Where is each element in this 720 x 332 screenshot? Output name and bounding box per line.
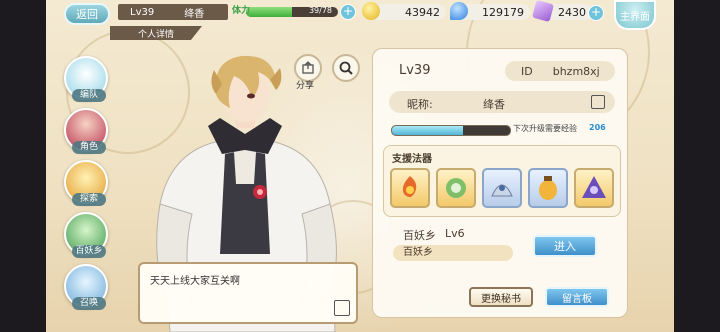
- nickname-row: 昵称: 绛香: [389, 91, 615, 113]
- silver-artifact-icon[interactable]: [482, 168, 522, 208]
- back-button[interactable]: 返回: [64, 3, 110, 25]
- change-secretary-label: 更换秘书: [481, 293, 521, 305]
- change-secretary-button[interactable]: 更换秘书: [469, 287, 533, 307]
- enter-label: 进入: [554, 240, 576, 253]
- ticket-counter: 2430: [531, 0, 592, 23]
- panel-level: Lv39: [399, 63, 431, 78]
- sidebar-item-character[interactable]: 角色: [64, 108, 108, 154]
- gem-counter: 129179: [450, 2, 530, 20]
- share-label: 分享: [296, 81, 315, 91]
- lantern-artifact-icon[interactable]: [528, 168, 568, 208]
- fire-artifact-icon[interactable]: [390, 168, 430, 208]
- coin-icon: [362, 2, 380, 20]
- main-menu-button[interactable]: 主界面: [614, 0, 656, 30]
- support-artifacts: 支援法器: [383, 145, 621, 217]
- player-level: Lv39: [130, 6, 155, 18]
- id-value: bhzm8xj: [552, 64, 600, 78]
- sidebar-item-label: 召唤: [72, 297, 106, 310]
- coin-value: 43942: [405, 5, 440, 19]
- exp-fill: [392, 126, 463, 135]
- support-title: 支援法器: [392, 154, 432, 165]
- nickname-label: 昵称:: [407, 98, 433, 111]
- ticket-plus-button[interactable]: +: [588, 5, 604, 21]
- stamina-icon: 体力: [232, 6, 251, 16]
- id-box: ID bhzm8xj: [505, 61, 615, 81]
- search-icon: [339, 61, 353, 75]
- profile-panel: Lv39 ID bhzm8xj 昵称: 绛香 下次升级需要经验 206 支援法器…: [372, 48, 628, 318]
- message-board-label: 留言板: [562, 293, 592, 305]
- nickname-value: 绛香: [483, 98, 505, 111]
- speech-text: 天天上线大家互关啊: [150, 276, 240, 287]
- leaf-artifact-icon[interactable]: [436, 168, 476, 208]
- id-label: ID: [521, 64, 533, 78]
- coin-counter: 43942: [362, 2, 446, 20]
- village-level: Lv6: [445, 227, 465, 240]
- sidebar-item-label: 角色: [72, 141, 106, 154]
- stamina-text: 39/78: [308, 6, 332, 15]
- exp-value: 206: [589, 123, 606, 132]
- message-board-button[interactable]: 留言板: [545, 287, 609, 307]
- main-menu-label: 主界面: [620, 11, 650, 23]
- ticket-icon: [531, 0, 555, 23]
- share-icon: [302, 61, 314, 74]
- village-name: 百妖乡: [403, 229, 436, 242]
- sidebar-item-team[interactable]: 编队: [64, 56, 108, 102]
- search-button[interactable]: [332, 54, 360, 82]
- profile-tab: 个人详情: [110, 26, 202, 40]
- purple-artifact-icon[interactable]: [574, 168, 614, 208]
- profile-tab-label: 个人详情: [137, 29, 174, 40]
- sidebar-item-label: 百妖乡: [72, 245, 106, 258]
- exp-label: 下次升级需要经验: [513, 124, 577, 133]
- player-name: 绛香: [184, 8, 205, 20]
- sidebar-item-summon[interactable]: 召唤: [64, 264, 108, 310]
- ticket-value: 2430: [558, 5, 586, 19]
- gem-value: 129179: [482, 5, 524, 19]
- sidebar-item-village[interactable]: 百妖乡: [64, 212, 108, 258]
- enter-button[interactable]: 进入: [533, 235, 597, 257]
- top-bar: 返回 Lv39 绛香 体力 39/78 + 43942 129179 2430 …: [0, 0, 720, 30]
- stamina-plus-button[interactable]: +: [340, 4, 356, 20]
- edit-icon[interactable]: [591, 95, 605, 109]
- exp-bar: [391, 125, 511, 136]
- village-subtitle: 百妖乡: [393, 245, 513, 261]
- back-label: 返回: [76, 8, 98, 21]
- stamina-bar: 体力 39/78 +: [232, 4, 356, 20]
- sidebar-item-explore[interactable]: 探索: [64, 160, 108, 206]
- speech-bubble: 天天上线大家互关啊: [138, 262, 358, 324]
- sidebar-item-label: 编队: [72, 89, 106, 102]
- player-level-bar: Lv39 绛香: [118, 4, 228, 20]
- sidebar-item-label: 探索: [72, 193, 106, 206]
- gem-icon: [450, 2, 468, 20]
- edit-icon[interactable]: [334, 300, 350, 316]
